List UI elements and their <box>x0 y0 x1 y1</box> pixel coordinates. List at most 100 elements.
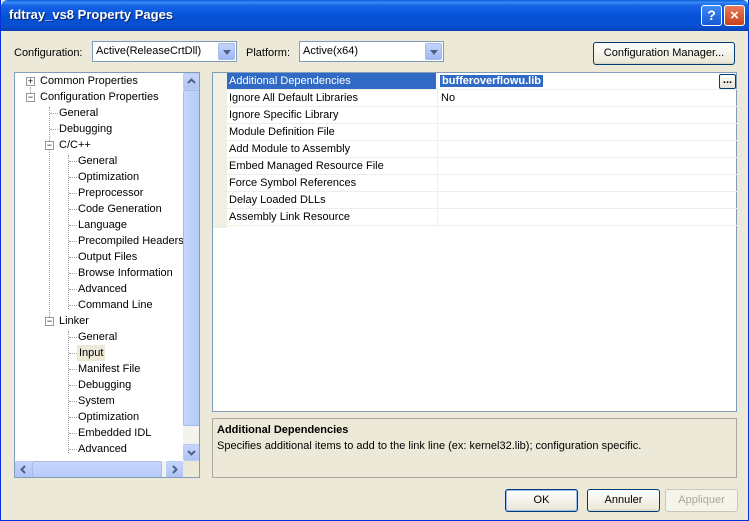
tree-linker-general[interactable]: General <box>78 329 117 345</box>
collapse-icon[interactable]: − <box>26 93 35 102</box>
description-title: Additional Dependencies <box>217 424 349 436</box>
tree-cpp-optimization[interactable]: Optimization <box>78 169 139 185</box>
scroll-thumb[interactable] <box>183 90 199 426</box>
tree-cpp-general[interactable]: General <box>78 153 117 169</box>
property-pages-dialog: fdtray_vs8 Property Pages ? × Configurat… <box>0 0 749 521</box>
property-row-delay-loaded-dlls[interactable]: Delay Loaded DLLs <box>227 192 737 209</box>
property-row-assembly-link-resource[interactable]: Assembly Link Resource <box>227 209 737 226</box>
apply-button[interactable]: Appliquer <box>665 489 738 512</box>
tree-linker-system[interactable]: System <box>78 393 115 409</box>
browse-button[interactable]: ... <box>719 74 736 89</box>
chevron-down-icon[interactable] <box>218 43 235 60</box>
column-divider <box>437 209 438 226</box>
chevron-down-icon <box>187 450 196 456</box>
property-name: Force Symbol References <box>229 177 357 189</box>
tree-debugging[interactable]: Debugging <box>59 121 112 137</box>
tree-cpp-precompiled-headers[interactable]: Precompiled Headers <box>78 233 184 249</box>
tree-line <box>68 331 69 453</box>
tree-line <box>50 113 58 114</box>
tree-cpp-command-line[interactable]: Command Line <box>78 297 153 313</box>
tree-cpp-advanced[interactable]: Advanced <box>78 281 127 297</box>
tree-horizontal-scrollbar[interactable] <box>15 461 183 477</box>
configuration-label: Configuration: <box>14 47 83 59</box>
tree-vertical-scrollbar[interactable] <box>183 73 199 461</box>
tree-line <box>50 129 58 130</box>
scroll-thumb[interactable] <box>32 461 162 477</box>
tree-line <box>69 401 77 402</box>
scroll-down-button[interactable] <box>183 444 199 461</box>
tree-line <box>69 193 77 194</box>
property-row-ignore-specific-library[interactable]: Ignore Specific Library <box>227 107 737 124</box>
scroll-left-button[interactable] <box>15 461 32 477</box>
column-divider <box>437 175 438 192</box>
tree-linker-debugging[interactable]: Debugging <box>78 377 131 393</box>
window-title: fdtray_vs8 Property Pages <box>9 7 174 22</box>
platform-label: Platform: <box>246 47 291 59</box>
grid-gutter <box>213 73 227 228</box>
collapse-icon[interactable]: − <box>45 141 54 150</box>
scroll-right-button[interactable] <box>166 461 183 477</box>
property-name: Additional Dependencies <box>227 73 436 89</box>
platform-select[interactable]: Active(x64) <box>299 41 444 62</box>
property-name: Module Definition File <box>229 126 335 138</box>
column-divider <box>437 107 438 124</box>
tree-cpp-output-files[interactable]: Output Files <box>78 249 137 265</box>
column-divider <box>437 141 438 158</box>
property-name: Delay Loaded DLLs <box>229 194 326 206</box>
property-row-ignore-all-default-libraries[interactable]: Ignore All Default Libraries No <box>227 90 737 107</box>
scroll-up-button[interactable] <box>183 73 199 90</box>
property-row-additional-dependencies[interactable]: Additional Dependencies bufferoverflowu.… <box>227 73 737 90</box>
cancel-button[interactable]: Annuler <box>587 489 660 512</box>
ok-button[interactable]: OK <box>505 489 578 512</box>
tree-line <box>69 305 77 306</box>
help-button[interactable]: ? <box>701 5 722 26</box>
tree-line <box>69 257 77 258</box>
tree-linker[interactable]: Linker <box>59 313 89 329</box>
close-button[interactable]: × <box>724 5 745 26</box>
tree-linker-optimization[interactable]: Optimization <box>78 409 139 425</box>
title-bar[interactable]: fdtray_vs8 Property Pages ? × <box>1 0 749 31</box>
property-value[interactable]: No <box>441 92 455 104</box>
column-divider <box>437 73 438 90</box>
tree-linker-embedded-idl[interactable]: Embedded IDL <box>78 425 151 441</box>
column-divider <box>437 158 438 175</box>
tree-cpp-preprocessor[interactable]: Preprocessor <box>78 185 143 201</box>
description-panel: Additional Dependencies Specifies additi… <box>212 418 737 478</box>
tree-general[interactable]: General <box>59 105 98 121</box>
tree-line <box>69 273 77 274</box>
platform-value: Active(x64) <box>303 45 359 57</box>
property-tree[interactable]: + Common Properties − Configuration Prop… <box>14 72 200 478</box>
tree-linker-advanced[interactable]: Advanced <box>78 441 127 457</box>
configuration-manager-button[interactable]: Configuration Manager... <box>593 42 735 65</box>
tree-line <box>69 225 77 226</box>
tree-common-properties[interactable]: Common Properties <box>40 73 138 89</box>
property-row-add-module-to-assembly[interactable]: Add Module to Assembly <box>227 141 737 158</box>
tree-line <box>69 449 77 450</box>
property-name: Embed Managed Resource File <box>229 160 384 172</box>
tree-line <box>68 155 69 309</box>
property-value[interactable]: bufferoverflowu.lib <box>440 75 543 87</box>
expand-icon[interactable]: + <box>26 77 35 86</box>
chevron-down-icon[interactable] <box>425 43 442 60</box>
tree-cpp-language[interactable]: Language <box>78 217 127 233</box>
tree-line <box>69 241 77 242</box>
property-grid[interactable]: Additional Dependencies bufferoverflowu.… <box>212 72 737 412</box>
tree-linker-input[interactable]: Input <box>77 345 106 361</box>
property-row-embed-managed-resource-file[interactable]: Embed Managed Resource File <box>227 158 737 175</box>
tree-linker-manifest-file[interactable]: Manifest File <box>78 361 140 377</box>
column-divider <box>437 124 438 141</box>
column-divider <box>437 192 438 209</box>
tree-line <box>69 177 77 178</box>
chevron-left-icon <box>20 465 26 474</box>
property-row-module-definition-file[interactable]: Module Definition File <box>227 124 737 141</box>
tree-cpp[interactable]: C/C++ <box>59 137 91 153</box>
property-name: Ignore Specific Library <box>229 109 339 121</box>
collapse-icon[interactable]: − <box>45 317 54 326</box>
property-row-force-symbol-references[interactable]: Force Symbol References <box>227 175 737 192</box>
tree-configuration-properties[interactable]: Configuration Properties <box>40 89 159 105</box>
property-name: Ignore All Default Libraries <box>229 92 359 104</box>
tree-cpp-browse-information[interactable]: Browse Information <box>78 265 173 281</box>
tree-cpp-code-generation[interactable]: Code Generation <box>78 201 162 217</box>
close-icon: × <box>730 7 739 24</box>
configuration-select[interactable]: Active(ReleaseCrtDll) <box>92 41 237 62</box>
